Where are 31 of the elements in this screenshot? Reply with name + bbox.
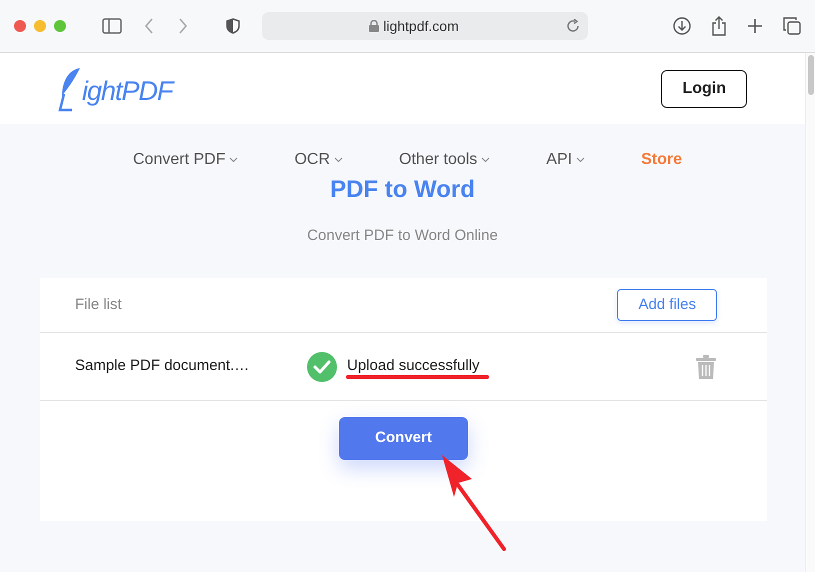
convert-button[interactable]: Convert [339,417,468,460]
login-button[interactable]: Login [661,70,747,108]
scrollbar-thumb[interactable] [808,55,814,95]
lock-icon [369,20,380,32]
share-icon[interactable] [711,16,727,36]
maximize-window-button[interactable] [54,20,66,32]
nav-link[interactable]: Convert PDF [133,148,238,172]
minimize-window-button[interactable] [34,20,46,32]
nav-link[interactable]: API [546,148,586,172]
file-list-heading: File list [75,294,122,315]
forward-icon[interactable] [178,18,188,34]
page-subtitle: Convert PDF to Word Online [307,227,498,244]
shield-icon[interactable] [226,18,240,34]
tabs-overview-icon[interactable] [783,17,801,35]
feather-icon [58,66,82,112]
lightpdf-logo[interactable]: ightPDF [58,66,173,112]
address-bar[interactable]: lightpdf.com [262,12,588,40]
sidebar-icon[interactable] [102,18,122,34]
new-tab-icon[interactable] [747,18,763,34]
download-icon[interactable] [673,17,691,35]
add-files-button[interactable]: Add files [617,288,717,322]
trash-icon[interactable] [695,354,717,380]
nav-link[interactable]: Other tools [399,148,490,172]
page-title: PDF to Word [330,176,475,203]
reload-icon[interactable] [566,19,580,33]
check-icon [307,352,337,382]
close-window-button[interactable] [14,20,26,32]
file-name: Sample PDF document.… [75,356,250,376]
back-icon[interactable] [144,18,154,34]
upload-status: Upload successfully [347,356,480,376]
nav-link[interactable]: OCR [294,148,344,172]
